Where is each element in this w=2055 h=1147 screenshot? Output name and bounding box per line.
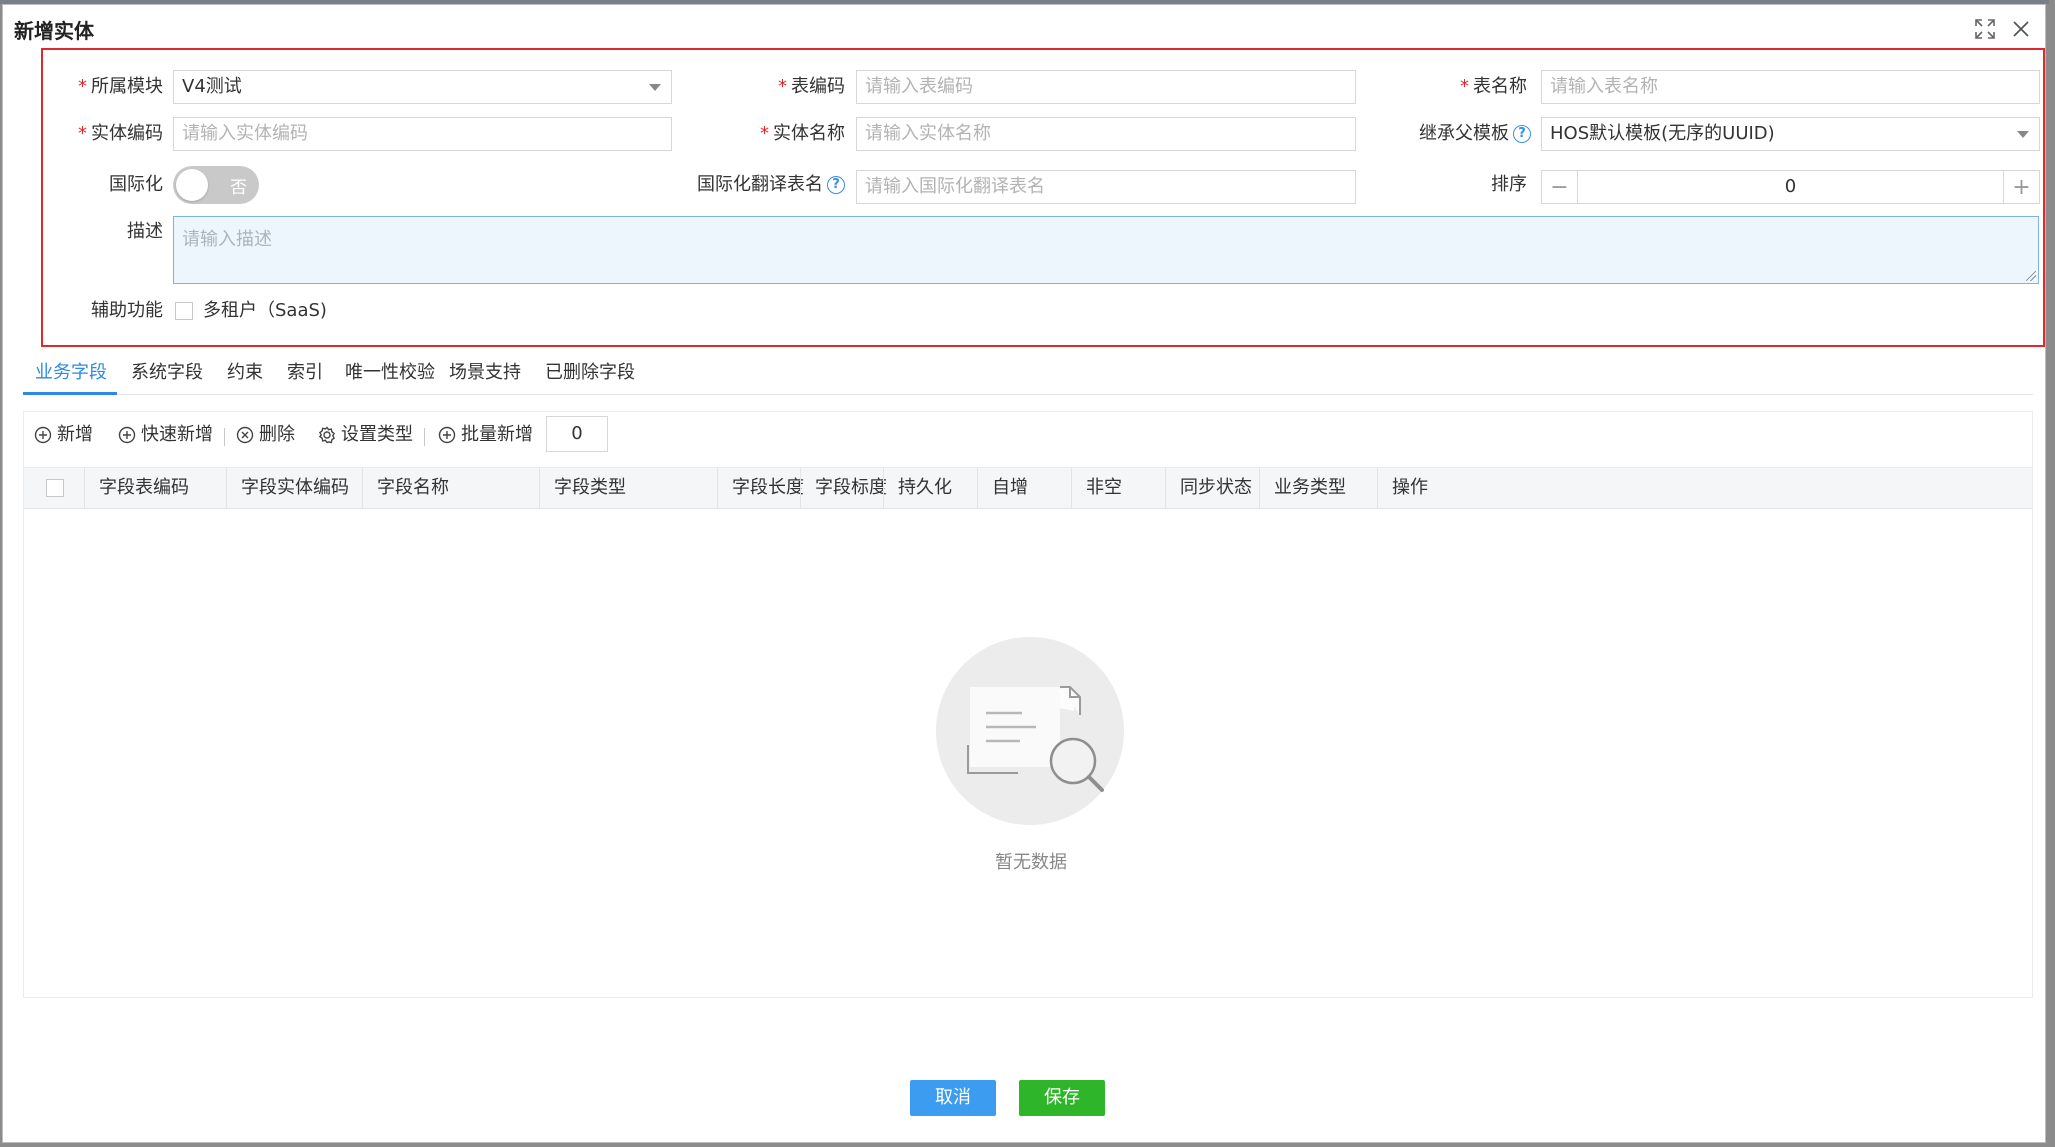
multi-tenant-checkbox[interactable]: [175, 302, 193, 320]
column-header[interactable]: 字段实体编码: [226, 468, 362, 508]
module-label: * 所属模块: [78, 76, 163, 97]
column-header[interactable]: 同步状态: [1165, 468, 1260, 508]
column-header[interactable]: 持久化: [883, 468, 978, 508]
set-type-button[interactable]: 设置类型: [318, 422, 413, 448]
dialog-title: 新增实体: [14, 19, 94, 43]
plus-circle-icon: [438, 426, 456, 444]
tab-indexes[interactable]: 索引: [275, 359, 335, 387]
tab-uniqueness[interactable]: 唯一性校验: [333, 359, 447, 387]
table-header: 字段表编码 字段实体编码 字段名称 字段类型 字段长度 字段标度 持久化 自增 …: [24, 467, 2032, 509]
parent-template-label: 继承父模板?: [1383, 122, 1531, 146]
toolbar-divider: [224, 428, 225, 446]
column-header[interactable]: 字段名称: [362, 468, 540, 508]
column-header[interactable]: 非空: [1071, 468, 1166, 508]
resize-handle[interactable]: [2026, 271, 2036, 281]
maximize-icon[interactable]: [1973, 17, 1997, 41]
table-code-input[interactable]: 请输入表编码: [856, 70, 1356, 104]
help-icon[interactable]: ?: [827, 176, 845, 194]
add-button[interactable]: 新增: [34, 422, 93, 448]
i18n-label: 国际化: [109, 174, 163, 195]
entity-code-label: * 实体编码: [78, 123, 163, 144]
chevron-down-icon: [2017, 131, 2029, 138]
field-tabs: 业务字段 系统字段 约束 索引 唯一性校验 场景支持 已删除字段: [23, 355, 2033, 395]
fields-toolbar: 新增 快速新增 删除 设置类型 批量新增 0: [24, 412, 2032, 462]
tab-system-fields[interactable]: 系统字段: [119, 359, 215, 387]
parent-template-select[interactable]: HOS默认模板(无序的UUID): [1541, 117, 2040, 151]
empty-text: 暂无数据: [995, 852, 1067, 873]
entity-name-label: * 实体名称: [760, 123, 845, 144]
quick-add-button[interactable]: 快速新增: [118, 422, 213, 448]
sort-stepper: − 0 +: [1541, 170, 2040, 204]
batch-count-input[interactable]: 0: [546, 416, 608, 452]
delete-button[interactable]: 删除: [236, 422, 295, 448]
i18n-table-input[interactable]: 请输入国际化翻译表名: [856, 170, 1356, 204]
chevron-down-icon: [649, 84, 661, 91]
cancel-button[interactable]: 取消: [910, 1080, 996, 1116]
active-tab-indicator: [23, 392, 117, 395]
column-header[interactable]: 字段表编码: [84, 468, 226, 508]
toggle-knob: [176, 169, 208, 201]
backdrop-edge: [2049, 0, 2055, 1147]
plus-circle-icon: [118, 426, 136, 444]
table-name-input[interactable]: 请输入表名称: [1541, 70, 2040, 104]
entity-code-input[interactable]: 请输入实体编码: [173, 117, 672, 151]
column-header[interactable]: 字段类型: [539, 468, 717, 508]
column-header[interactable]: 字段长度: [717, 468, 804, 508]
tab-deleted-fields[interactable]: 已删除字段: [533, 359, 647, 387]
gear-icon: [318, 426, 336, 444]
tab-constraints[interactable]: 约束: [215, 359, 275, 387]
aux-label: 辅助功能: [91, 300, 163, 321]
column-header[interactable]: 业务类型: [1259, 468, 1378, 508]
i18n-table-label: 国际化翻译表名?: [683, 173, 845, 197]
batch-add-button[interactable]: 批量新增: [438, 422, 533, 448]
increment-button[interactable]: +: [2003, 171, 2039, 203]
toolbar-divider: [424, 428, 425, 446]
sort-value[interactable]: 0: [1578, 171, 2003, 203]
close-icon[interactable]: [2009, 17, 2033, 41]
x-circle-icon: [236, 426, 254, 444]
description-textarea[interactable]: 请输入描述: [173, 216, 2039, 284]
add-entity-dialog: 新增实体 * 所属模块 V4测试 * 表编码 请输入表编码 * 表名称 请输入表名称 …: [2, 4, 2046, 1143]
select-all-checkbox[interactable]: [46, 479, 64, 497]
table-code-label: * 表编码: [778, 76, 845, 97]
help-icon[interactable]: ?: [1513, 125, 1531, 143]
module-select[interactable]: V4测试: [173, 70, 672, 104]
document-search-icon: [967, 686, 1104, 792]
tab-scenarios[interactable]: 场景支持: [437, 359, 533, 387]
empty-illustration: [936, 637, 1124, 825]
entity-name-input[interactable]: 请输入实体名称: [856, 117, 1356, 151]
column-header[interactable]: 操作: [1377, 468, 2033, 508]
toggle-state-text: 否: [230, 178, 247, 198]
empty-state: 暂无数据: [936, 637, 1126, 873]
fields-panel: 新增 快速新增 删除 设置类型 批量新增 0 字段表编码 字段实体编码 字段名称…: [23, 411, 2033, 998]
i18n-toggle[interactable]: 否: [173, 166, 259, 204]
column-header[interactable]: 字段标度: [800, 468, 887, 508]
column-header[interactable]: 自增: [977, 468, 1072, 508]
plus-circle-icon: [34, 426, 52, 444]
decrement-button[interactable]: −: [1542, 171, 1578, 203]
description-label: 描述: [127, 221, 163, 242]
save-button[interactable]: 保存: [1019, 1080, 1105, 1116]
sort-label: 排序: [1491, 174, 1527, 195]
table-name-label: * 表名称: [1460, 76, 1527, 97]
dialog-header: 新增实体: [3, 5, 2045, 45]
multi-tenant-label: 多租户（SaaS): [203, 300, 327, 321]
tab-business-fields[interactable]: 业务字段: [23, 359, 119, 387]
